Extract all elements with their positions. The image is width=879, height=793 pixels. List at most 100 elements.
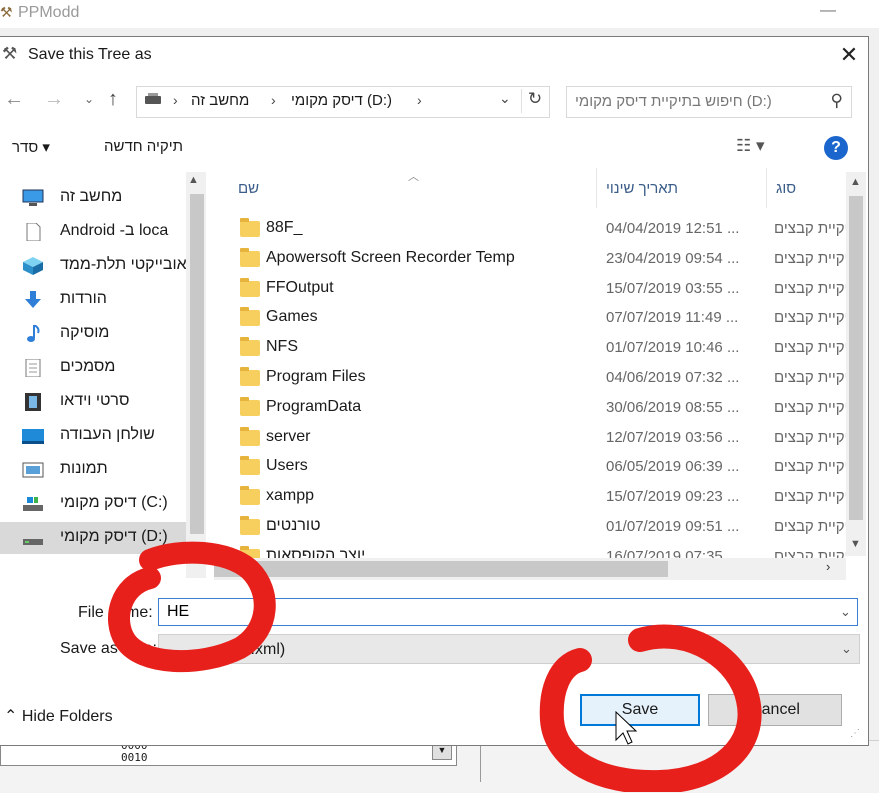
table-row[interactable]: Games 07/07/2019 11:49 ... תיקיית קבצים: [214, 303, 846, 333]
nav-item-label: Android -ב loca: [60, 222, 169, 239]
close-button[interactable]: ✕: [838, 42, 860, 68]
nav-scrollbar-thumb[interactable]: [190, 194, 204, 534]
save-as-type-select[interactable]: (*.xml) ⌄: [158, 634, 860, 664]
column-header-name[interactable]: שם: [238, 180, 259, 197]
recent-locations-icon[interactable]: ⌄: [84, 92, 94, 106]
back-arrow-icon[interactable]: ←: [4, 88, 24, 111]
help-icon[interactable]: ?: [824, 136, 848, 160]
table-row[interactable]: Users 06/05/2019 06:39 ... תיקיית קבצים: [214, 452, 846, 482]
scroll-right-icon[interactable]: ›: [826, 559, 830, 574]
breadcrumb-this-pc[interactable]: מחשב זה: [191, 92, 249, 109]
search-box[interactable]: חיפוש בתיקיית דיסק מקומי (D:) ⚲: [566, 86, 852, 118]
file-name-cell: server: [266, 427, 311, 445]
folder-icon: [240, 247, 260, 267]
folder-icon: [240, 277, 260, 297]
divider: [480, 742, 481, 782]
organize-label: סדר: [12, 139, 39, 156]
nav-item-label: דיסק מקומי (C:): [60, 494, 168, 511]
save-button[interactable]: Save: [580, 694, 700, 726]
cancel-button[interactable]: Cancel: [708, 694, 842, 726]
nav-item-music[interactable]: מוסיקה: [0, 318, 186, 350]
folder-icon: [240, 486, 260, 506]
organize-button[interactable]: סדר ▾: [12, 138, 50, 156]
file-date-cell: 15/07/2019 03:55 ...: [606, 279, 740, 297]
scroll-up-icon[interactable]: ▲: [850, 176, 861, 188]
chevron-down-icon[interactable]: ▼: [432, 744, 452, 760]
table-row[interactable]: טורנטים 01/07/2019 09:51 ... תיקיית קבצים: [214, 512, 846, 542]
file-date-cell: 01/07/2019 10:46 ...: [606, 339, 740, 357]
nav-item-drive-c[interactable]: דיסק מקומי (C:): [0, 488, 186, 520]
nav-item-drive-d[interactable]: דיסק מקומי (D:): [0, 522, 186, 554]
column-header-date[interactable]: תאריך שינוי: [606, 180, 678, 197]
nav-item-3d-objects[interactable]: אובייקטי תלת-ממד: [0, 250, 187, 282]
file-name-cell: 88F_: [266, 219, 303, 236]
scroll-up-icon[interactable]: ▲: [188, 174, 199, 186]
dialog-title: Save this Tree as: [28, 46, 152, 63]
file-name-cell: טורנטים: [266, 517, 321, 534]
folder-icon: [240, 516, 260, 535]
file-name-cell: FFOutput: [266, 278, 334, 296]
table-row[interactable]: Apowersoft Screen Recorder Temp 23/04/201…: [214, 244, 846, 274]
minimize-button[interactable]: —: [820, 2, 836, 20]
file-date-cell: 30/06/2019 08:55 ...: [606, 398, 740, 416]
table-row[interactable]: FFOutput 15/07/2019 03:55 ... תיקיית קבצים: [214, 274, 846, 304]
file-date-cell: 04/06/2019 07:32 ...: [606, 369, 740, 386]
nav-item-label: מוסיקה: [60, 324, 110, 341]
resize-grip-icon[interactable]: ⋰: [850, 728, 860, 739]
documents-icon: [25, 359, 41, 377]
table-row[interactable]: 88F_ 04/04/2019 12:51 ... תיקיית קבצים: [214, 214, 846, 244]
file-list-vscrollbar-thumb[interactable]: [849, 196, 863, 520]
file-date-cell: 23/04/2019 09:54 ...: [606, 249, 740, 267]
tools-icon: ⚒: [2, 44, 18, 63]
cube-3d-icon: [23, 257, 43, 275]
computer-icon: [22, 189, 44, 206]
table-row[interactable]: Program Files 04/06/2019 07:32 ... תיקיית …: [214, 363, 846, 393]
hide-folders-button[interactable]: ⌃ Hide Folders: [4, 706, 113, 726]
chevron-down-icon[interactable]: ⌄: [840, 604, 851, 620]
file-type-cell: תיקיית קבצים: [774, 488, 846, 506]
view-options-icon[interactable]: ☷ ▾: [736, 136, 765, 156]
drive-c-icon: [23, 497, 43, 511]
folder-icon: [240, 456, 260, 476]
drive-icon: [145, 93, 161, 104]
document-icon: [26, 223, 41, 241]
table-row[interactable]: ProgramData 30/06/2019 08:55 ... תיקיית קב…: [214, 393, 846, 423]
file-list[interactable]: ︿ שם תאריך שינוי סוג 88F_ 04/04/2019 12:5…: [214, 168, 846, 560]
nav-item-videos[interactable]: סרטי וידאו: [0, 386, 186, 418]
dropdown-arrow-icon: ▾: [42, 139, 50, 156]
nav-item-desktop[interactable]: שולחן העבודה: [0, 420, 186, 452]
file-name-cell: Apowersoft Screen Recorder Temp: [266, 248, 515, 266]
new-folder-button[interactable]: תיקיה חדשה: [104, 138, 183, 155]
refresh-icon[interactable]: ↻: [521, 89, 548, 113]
folder-icon: [240, 337, 260, 357]
nav-item-label: שולחן העבודה: [60, 426, 155, 443]
scroll-down-icon[interactable]: ▼: [850, 538, 861, 550]
table-row[interactable]: xampp 15/07/2019 09:23 ... תיקיית קבצים: [214, 482, 846, 512]
forward-arrow-icon[interactable]: →: [44, 88, 64, 111]
file-date-cell: 04/04/2019 12:51 ...: [606, 220, 740, 237]
breadcrumb-drive-d[interactable]: דיסק מקומי (D:): [291, 92, 392, 109]
nav-item-label: הורדות: [60, 290, 107, 307]
nav-item-this-pc[interactable]: מחשב זה: [0, 182, 186, 214]
file-list-hscrollbar-thumb[interactable]: [214, 561, 668, 577]
navigation-pane[interactable]: מחשב זה Android -ב loca אובייקטי תלת-ממד…: [0, 172, 208, 580]
chevron-down-icon[interactable]: ⌄: [499, 90, 511, 107]
file-date-cell: 12/07/2019 03:56 ...: [606, 428, 740, 446]
drive-d-icon: [23, 539, 43, 545]
file-type-cell: תיקיית קבצים: [774, 220, 846, 237]
nav-item-downloads[interactable]: הורדות: [0, 284, 186, 316]
nav-item-label: מחשב זה: [60, 188, 123, 205]
file-name-input[interactable]: [158, 598, 858, 626]
column-header-type[interactable]: סוג: [776, 180, 796, 197]
table-row[interactable]: NFS 01/07/2019 10:46 ... תיקיית קבצים: [214, 333, 846, 363]
file-name-cell: Program Files: [266, 368, 366, 385]
address-bar[interactable]: › מחשב זה › דיסק מקומי (D:) › ⌄ ↻: [136, 86, 550, 118]
nav-item-pictures[interactable]: תמונות: [0, 454, 186, 486]
table-row[interactable]: server 12/07/2019 03:56 ... תיקיית קבצים: [214, 423, 846, 453]
nav-item-documents[interactable]: מסמכים: [0, 352, 186, 384]
nav-item-label: אובייקטי תלת-ממד: [60, 256, 187, 273]
music-icon: [27, 325, 40, 342]
nav-item-label: דיסק מקומי (D:): [60, 528, 168, 545]
nav-item-android[interactable]: Android -ב loca: [0, 216, 186, 248]
up-arrow-icon[interactable]: ↑: [108, 88, 118, 111]
